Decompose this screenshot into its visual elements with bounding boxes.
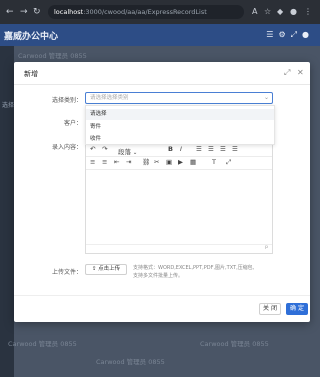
dialog-title: 新增 (24, 70, 38, 78)
upload-hint: 支持格式：WORD,EXCEL,PPT,PDF,图片,TXT,压缩包, (133, 265, 255, 271)
dropdown-option[interactable]: 寄件 (90, 122, 101, 130)
dialog-footer-divider (14, 295, 310, 296)
editor-status-path: p (265, 245, 268, 250)
app-header: 嘉威办公中心 ☰⚙⤢● (0, 24, 320, 46)
reload-icon[interactable]: ↻ (33, 7, 41, 17)
paragraph-select[interactable]: 段落 ⌄ (118, 146, 137, 156)
dropdown-option[interactable]: 收件 (90, 134, 101, 142)
app-title: 嘉威办公中心 (4, 32, 59, 42)
app-sidebar (0, 46, 14, 377)
paragraph-label: 段落 (118, 148, 131, 156)
bullet-list-icon[interactable]: ≡ (90, 158, 95, 166)
editor-toolbar-row2: ≡ ≡ ⇤ ⇥ ⛓ ✂ ▣ ▶ ▦ T ⤢ (86, 156, 272, 170)
table-icon[interactable]: ▦ (190, 158, 196, 166)
translate-icon[interactable]: A (252, 7, 257, 16)
rich-text-editor[interactable]: ↶ ↷ 段落 ⌄ B I ☰ ☰ ☰ ☰ ≡ ≡ ⇤ ⇥ ⛓ ✂ ▣ ▶ ▦ T… (85, 142, 273, 254)
dialog-header-divider (14, 84, 310, 85)
editor-statusbar: p (86, 244, 272, 253)
add-dialog: 新增 ⤢ ✕ 选择类别： 请选择选择类别 ⌄ 请选择 寄件 收件 客户： 录入内… (14, 62, 310, 322)
italic-icon[interactable]: I (180, 145, 182, 153)
header-icons: ☰⚙⤢● (266, 30, 314, 39)
upload-button-label: 点击上传 (98, 266, 121, 272)
redo-icon[interactable]: ↷ (102, 145, 107, 153)
close-button[interactable]: 关 闭 (259, 303, 281, 315)
extensions-icon[interactable]: ◆ (277, 7, 283, 16)
undo-icon[interactable]: ↶ (90, 145, 95, 153)
upload-label: 上传文件： (51, 269, 82, 276)
bold-icon[interactable]: B (168, 145, 173, 153)
category-placeholder: 请选择选择类别 (90, 95, 129, 101)
content-label: 录入内容： (51, 144, 82, 151)
upload-hint: 支持多文件批量上传。 (133, 273, 184, 279)
back-arrow-icon[interactable]: ← (6, 7, 14, 17)
numbered-list-icon[interactable]: ≡ (102, 158, 107, 166)
fullscreen-icon[interactable]: ⤢ (226, 158, 231, 167)
menu-icon[interactable]: ⋮ (304, 7, 312, 16)
chevron-down-icon: ⌄ (263, 94, 269, 101)
editor-toolbar-row1: ↶ ↷ 段落 ⌄ B I ☰ ☰ ☰ ☰ (86, 143, 272, 157)
outdent-icon[interactable]: ⇤ (114, 158, 119, 166)
confirm-button[interactable]: 确 定 (286, 303, 308, 315)
watermark: Carwood 管理员 0855 (96, 358, 165, 366)
category-dropdown: 请选择 寄件 收件 (85, 105, 275, 145)
profile-icon[interactable]: ● (290, 7, 297, 16)
unlink-icon[interactable]: ✂ (154, 158, 159, 166)
align-center-icon[interactable]: ☰ (208, 145, 214, 153)
watermark: Carwood 管理员 0855 (18, 52, 87, 60)
dropdown-option[interactable]: 请选择 (86, 109, 274, 120)
watermark: Carwood 管理员 0855 (8, 340, 77, 348)
media-icon[interactable]: ▶ (178, 158, 183, 166)
align-right-icon[interactable]: ☰ (220, 145, 226, 153)
align-justify-icon[interactable]: ☰ (232, 145, 238, 153)
close-icon[interactable]: ✕ (297, 68, 304, 77)
upload-icon: ⇪ (91, 266, 97, 272)
url-path: :3000/cwood/aa/aa/ExpressRecordList (83, 8, 207, 16)
image-icon[interactable]: ▣ (166, 158, 172, 166)
maximize-icon[interactable]: ⤢ (284, 68, 290, 78)
link-icon[interactable]: ⛓ (142, 158, 150, 166)
clear-format-icon[interactable]: T (212, 158, 216, 166)
watermark: Carwood 管理员 0855 (200, 340, 269, 348)
category-label: 选择类别： (51, 97, 82, 104)
url-host: localhost (54, 8, 84, 16)
align-left-icon[interactable]: ☰ (196, 145, 202, 153)
address-bar[interactable]: localhost:3000/cwood/aa/aa/ExpressRecord… (48, 5, 244, 19)
forward-arrow-icon[interactable]: → (20, 7, 28, 17)
customer-label: 客户： (63, 120, 82, 127)
star-icon[interactable]: ☆ (264, 7, 271, 16)
browser-toolbar: ← → ↻ localhost:3000/cwood/aa/aa/Express… (0, 0, 320, 24)
category-select[interactable]: 请选择选择类别 ⌄ (85, 92, 273, 104)
upload-button[interactable]: ⇪ 点击上传 (85, 264, 127, 275)
indent-icon[interactable]: ⇥ (126, 158, 131, 166)
